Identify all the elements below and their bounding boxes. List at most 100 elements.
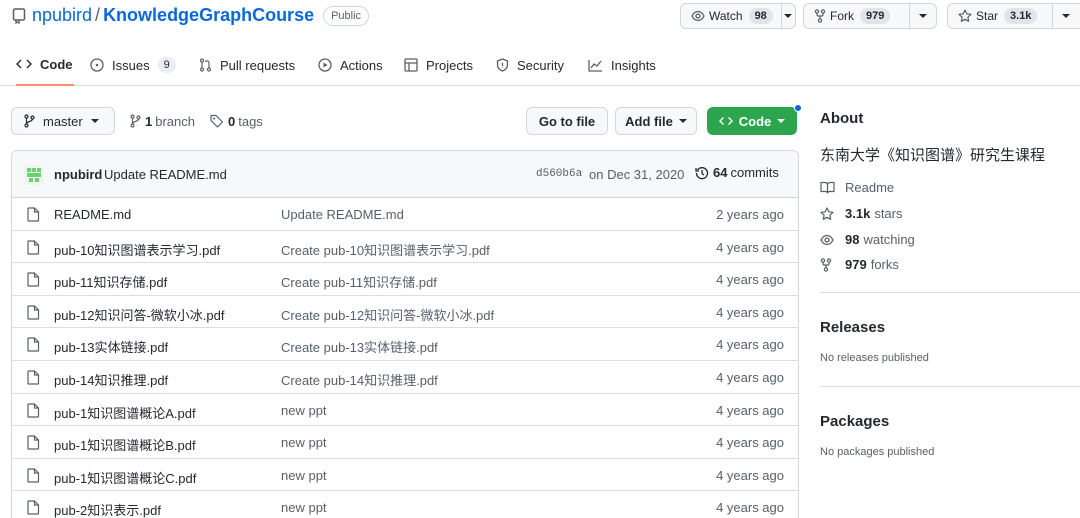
tab-code[interactable]: Code [16,44,74,86]
commit-author[interactable]: npubird [54,167,102,182]
file-name[interactable]: pub-1知识图谱概论C.pdf [54,468,196,487]
table-row[interactable]: README.md Update README.md 2 years ago [12,198,798,231]
tab-actions-label: Actions [340,57,383,73]
file-name[interactable]: pub-14知识推理.pdf [54,370,168,389]
file-commit-message[interactable]: Create pub-11知识存储.pdf [281,272,437,291]
star-main[interactable]: Star 3.1k [948,4,1053,28]
file-name[interactable]: pub-10知识图谱表示学习.pdf [54,240,220,259]
fork-count: 979 [860,8,891,24]
stars-link[interactable]: 3.1k stars [820,206,902,221]
file-name[interactable]: pub-12知识问答-微软小冰.pdf [54,305,225,324]
table-row[interactable]: pub-10知识图谱表示学习.pdf Create pub-10知识图谱表示学习.… [12,231,798,264]
tab-insights-label: Insights [611,57,656,73]
file-commit-message[interactable]: Create pub-13实体链接.pdf [281,337,438,356]
commits-count: 64 [713,165,728,180]
file-icon [27,272,40,287]
fork-dropdown[interactable] [910,4,936,28]
file-commit-message[interactable]: Create pub-12知识问答-微软小冰.pdf [281,305,494,324]
tab-issues[interactable]: Issues 9 [90,44,176,86]
file-commit-message[interactable]: new ppt [281,435,327,450]
watching-label: watching [863,232,915,247]
star-label: Star [976,9,999,23]
file-commit-message[interactable]: Create pub-14知识推理.pdf [281,370,438,389]
star-dropdown[interactable] [1053,4,1079,28]
repo-name-link[interactable]: KnowledgeGraphCourse [103,5,314,26]
code-button[interactable]: Code [707,107,797,135]
file-icon [27,468,40,483]
file-name[interactable]: pub-13实体链接.pdf [54,337,168,356]
go-to-file-button[interactable]: Go to file [526,107,608,135]
forks-link[interactable]: 979 forks [820,257,899,272]
branches-count: 1 [145,113,153,129]
add-file-button[interactable]: Add file [615,107,697,135]
watching-count: 98 [845,232,860,247]
repo-separator: / [95,5,101,25]
commit-message[interactable]: Update README.md [104,167,227,182]
table-row[interactable]: pub-2知识表示.pdf new ppt 4 years ago [12,491,798,518]
tag-icon [210,114,224,128]
file-commit-message[interactable]: new ppt [281,468,327,483]
file-icon [27,207,40,222]
watch-button[interactable]: Watch 98 [680,3,796,29]
fork-main[interactable]: Fork 979 [804,4,910,28]
packages-heading[interactable]: Packages [820,413,889,430]
file-commit-message[interactable]: new ppt [281,403,327,418]
file-name[interactable]: pub-2知识表示.pdf [54,500,161,518]
table-row[interactable]: pub-12知识问答-微软小冰.pdf Create pub-12知识问答-微软小… [12,296,798,329]
commit-date: on Dec 31, 2020 [589,167,685,182]
file-commit-message[interactable]: Update README.md [281,207,404,222]
table-row[interactable]: pub-1知识图谱概论B.pdf new ppt 4 years ago [12,426,798,459]
tab-issues-label: Issues [112,57,150,73]
tab-actions[interactable]: Actions [318,44,383,86]
file-name[interactable]: pub-1知识图谱概论A.pdf [54,403,196,422]
tab-projects[interactable]: Projects [404,44,473,86]
file-age: 4 years ago [716,435,784,451]
repo-owner-link[interactable]: npubird [32,5,92,26]
table-row[interactable]: pub-13实体链接.pdf Create pub-13实体链接.pdf 4 yea… [12,328,798,361]
issue-icon [90,58,104,72]
table-icon [404,58,418,72]
releases-heading[interactable]: Releases [820,319,885,336]
tab-security[interactable]: Security [496,44,564,86]
releases-empty: No releases published [820,352,929,364]
watch-main[interactable]: Watch 98 [681,4,782,28]
table-row[interactable]: pub-11知识存储.pdf Create pub-11知识存储.pdf 4 yea… [12,263,798,296]
tab-code-label: Code [40,56,73,72]
pull-request-icon [199,58,212,72]
tab-insights[interactable]: Insights [588,44,656,86]
table-row[interactable]: pub-1知识图谱概论A.pdf new ppt 4 years ago [12,394,798,427]
file-name[interactable]: README.md [54,207,131,222]
file-icon [27,500,40,515]
file-commit-message[interactable]: new ppt [281,500,327,515]
tags-count: 0 [228,113,236,129]
stars-label: stars [874,206,903,221]
fork-button[interactable]: Fork 979 [803,3,937,29]
about-heading: About [820,110,864,127]
file-name[interactable]: pub-11知识存储.pdf [54,272,167,291]
table-row[interactable]: pub-1知识图谱概论C.pdf new ppt 4 years ago [12,459,798,492]
commits-link[interactable]: 64 commits [695,165,779,180]
watch-dropdown[interactable] [782,4,795,28]
forks-count: 979 [845,257,867,272]
tab-pull-requests[interactable]: Pull requests [199,44,295,86]
commit-sha[interactable]: d560b6a [536,168,582,180]
file-icon [27,370,40,385]
tags-link[interactable]: 0 tags [210,107,263,135]
avatar[interactable] [24,165,44,185]
branch-bar: master 1 branch 0 tags Go to file Add fi… [11,104,802,135]
fork-icon [820,257,836,272]
branch-selector[interactable]: master [11,107,115,135]
file-name[interactable]: pub-1知识图谱概论B.pdf [54,435,196,454]
star-button[interactable]: Star 3.1k [947,3,1080,29]
divider [820,292,1080,293]
readme-link[interactable]: Readme [820,180,894,195]
file-age: 4 years ago [716,500,784,516]
branches-label: branch [155,113,195,129]
file-commit-message[interactable]: Create pub-10知识图谱表示学习.pdf [281,240,490,259]
repo-tabs: Code Issues 9 Pull requests Actions Proj… [0,44,1080,86]
table-row[interactable]: pub-14知识推理.pdf Create pub-14知识推理.pdf 4 yea… [12,361,798,394]
shield-icon [496,58,509,72]
file-list: npubird Update README.md d560b6a on Dec … [11,150,799,518]
branches-link[interactable]: 1 branch [130,107,195,135]
watching-link[interactable]: 98 watching [820,232,915,247]
